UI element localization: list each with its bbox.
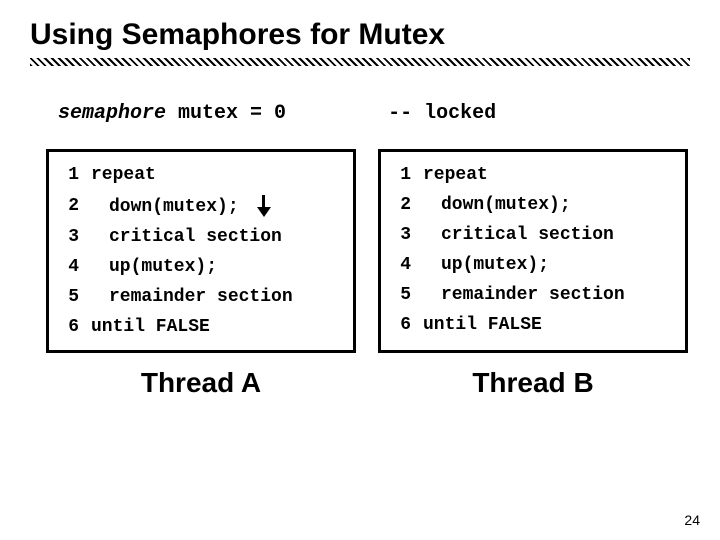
code-row: 2 down(mutex); — [49, 190, 353, 222]
line-number: 3 — [381, 220, 417, 250]
line-number: 5 — [381, 280, 417, 310]
code-row: 1 repeat — [49, 160, 353, 190]
line-number: 4 — [381, 250, 417, 280]
code-row: 6 until FALSE — [49, 312, 353, 342]
code-text-inner: down(mutex); — [109, 197, 239, 217]
code-row: 3 critical section — [381, 220, 685, 250]
decl-comment: -- locked — [388, 102, 496, 125]
code-text: until FALSE — [417, 310, 685, 340]
code-text: up(mutex); — [85, 252, 353, 282]
line-number: 1 — [49, 160, 85, 190]
line-number: 2 — [381, 190, 417, 220]
semaphore-declaration: semaphore mutex = 0 -- locked — [58, 102, 690, 125]
code-text: remainder section — [417, 280, 685, 310]
code-row: 6 until FALSE — [381, 310, 685, 340]
code-row: 5 remainder section — [49, 282, 353, 312]
code-text: until FALSE — [85, 312, 353, 342]
slide-title: Using Semaphores for Mutex — [30, 18, 690, 52]
line-number: 6 — [381, 310, 417, 340]
code-text: up(mutex); — [417, 250, 685, 280]
line-number: 2 — [49, 190, 85, 222]
arrow-down-icon — [257, 195, 271, 217]
code-row: 1 repeat — [381, 160, 685, 190]
line-number: 6 — [49, 312, 85, 342]
thread-b-codebox: 1 repeat 2 down(mutex); 3 critical secti… — [378, 149, 688, 353]
line-number: 5 — [49, 282, 85, 312]
code-row: 5 remainder section — [381, 280, 685, 310]
code-text: repeat — [417, 160, 685, 190]
decl-rest: mutex = 0 — [166, 102, 286, 125]
code-row: 4 up(mutex); — [381, 250, 685, 280]
line-number: 3 — [49, 222, 85, 252]
thread-b-label: Thread B — [378, 367, 688, 399]
code-text: down(mutex); — [417, 190, 685, 220]
decl-keyword: semaphore — [58, 102, 166, 125]
code-text: critical section — [85, 222, 353, 252]
code-row: 4 up(mutex); — [49, 252, 353, 282]
thread-a-label: Thread A — [46, 367, 356, 399]
line-number: 1 — [381, 160, 417, 190]
title-rule — [30, 58, 690, 66]
page-number: 24 — [684, 512, 700, 528]
code-row: 3 critical section — [49, 222, 353, 252]
code-text: down(mutex); — [85, 190, 353, 222]
code-text: remainder section — [85, 282, 353, 312]
thread-a-codebox: 1 repeat 2 down(mutex); 3 critical secti… — [46, 149, 356, 353]
code-text: repeat — [85, 160, 353, 190]
code-row: 2 down(mutex); — [381, 190, 685, 220]
code-text: critical section — [417, 220, 685, 250]
line-number: 4 — [49, 252, 85, 282]
